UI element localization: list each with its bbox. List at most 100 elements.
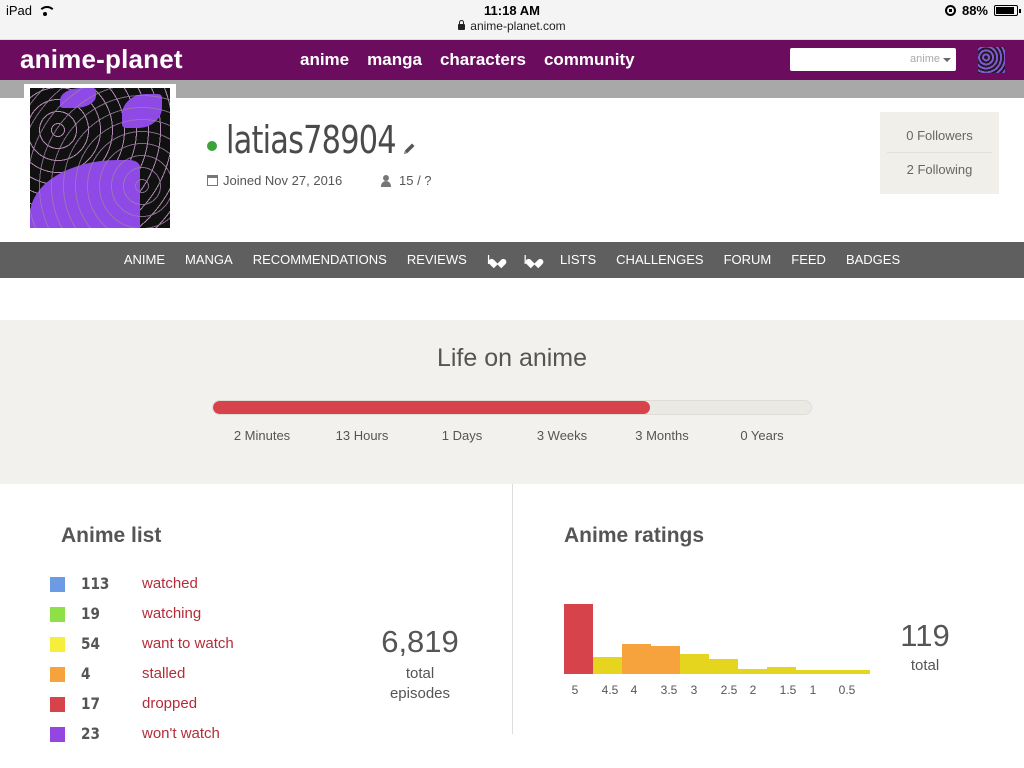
life-progress-fill xyxy=(213,401,650,414)
status-swatch xyxy=(50,666,65,682)
rotation-lock-icon xyxy=(944,5,956,16)
list-item[interactable]: 23 won't watch xyxy=(50,723,220,745)
search-type-select[interactable]: anime xyxy=(910,53,940,65)
rating-tick-label: 2.5 xyxy=(721,683,738,697)
status-link-stalled[interactable]: stalled xyxy=(142,665,185,682)
status-link-want-to-watch[interactable]: want to watch xyxy=(142,635,234,652)
butterfly-decoration xyxy=(122,94,162,128)
edit-pencil-icon[interactable] xyxy=(402,142,416,156)
butterfly-decoration xyxy=(60,88,96,108)
status-count: 54 xyxy=(81,634,100,653)
rating-bar[interactable] xyxy=(651,646,680,674)
url-text: anime-planet.com xyxy=(470,19,566,33)
status-link-watching[interactable]: watching xyxy=(142,605,201,622)
tab-lists[interactable]: LISTS xyxy=(560,252,596,267)
user-menu-avatar[interactable] xyxy=(978,47,1005,73)
list-item[interactable]: 4 stalled xyxy=(50,663,185,685)
ratings-histogram: 5 4.5 4 3.5 3 2.5 2 1.5 1 0.5 xyxy=(564,604,870,697)
user-icon xyxy=(381,174,391,187)
join-date-text: Joined Nov 27, 2016 xyxy=(223,173,343,188)
rating-bar[interactable] xyxy=(767,667,796,674)
rating-tick-label: 1 xyxy=(810,683,817,697)
tab-challenges[interactable]: CHALLENGES xyxy=(616,252,703,267)
total-episodes-label: total episodes xyxy=(360,664,480,704)
nav-characters[interactable]: characters xyxy=(440,50,526,70)
life-title: Life on anime xyxy=(436,344,588,372)
tab-i-hate[interactable]: I xyxy=(523,252,540,267)
status-swatch xyxy=(50,726,65,742)
broken-heart-icon xyxy=(529,255,540,265)
online-status-dot xyxy=(207,141,217,151)
status-link-dropped[interactable]: dropped xyxy=(142,695,197,712)
tab-badges[interactable]: BADGES xyxy=(846,252,900,267)
status-link-watched[interactable]: watched xyxy=(142,575,198,592)
profile-avatar[interactable] xyxy=(30,88,170,228)
rating-tick-label: 5 xyxy=(572,683,579,697)
user-level: 15 / ? xyxy=(381,173,432,188)
main-nav: anime manga characters community xyxy=(300,50,635,70)
rating-bar[interactable] xyxy=(854,670,870,674)
chevron-down-icon[interactable] xyxy=(943,58,951,62)
tab-i-love[interactable]: I xyxy=(487,252,504,267)
follow-stats: 0 Followers 2 Following xyxy=(880,112,999,194)
status-count: 17 xyxy=(81,694,100,713)
rating-bar[interactable] xyxy=(622,644,651,674)
followers-link[interactable]: 0 Followers xyxy=(887,119,992,153)
rating-bar[interactable] xyxy=(825,670,854,674)
anime-list-title: Anime list xyxy=(61,524,162,547)
rating-bar[interactable] xyxy=(738,669,767,674)
list-item[interactable]: 17 dropped xyxy=(50,693,197,715)
status-swatch xyxy=(50,576,65,592)
rating-bar[interactable] xyxy=(593,657,622,674)
list-item[interactable]: 19 watching xyxy=(50,603,201,625)
tab-manga[interactable]: MANGA xyxy=(185,252,233,267)
rating-tick-label: 3.5 xyxy=(661,683,678,697)
tab-forum[interactable]: FORUM xyxy=(724,252,772,267)
rating-tick-label: 4 xyxy=(631,683,638,697)
tab-anime[interactable]: ANIME xyxy=(124,252,165,267)
total-episodes-count: 6,819 xyxy=(381,624,459,659)
rating-bar[interactable] xyxy=(564,604,593,674)
rating-tick-label: 0.5 xyxy=(839,683,856,697)
tab-feed[interactable]: FEED xyxy=(791,252,826,267)
status-count: 23 xyxy=(81,724,100,743)
rating-tick-label: 4.5 xyxy=(602,683,619,697)
search-input[interactable]: anime xyxy=(790,48,956,71)
status-swatch xyxy=(50,696,65,712)
ratings-total-count: 119 xyxy=(900,618,950,653)
tab-reviews[interactable]: REVIEWS xyxy=(407,252,467,267)
status-count: 19 xyxy=(81,604,100,623)
butterfly-decoration xyxy=(30,160,140,228)
following-link[interactable]: 2 Following xyxy=(880,153,999,187)
rating-bar[interactable] xyxy=(709,659,738,674)
calendar-icon xyxy=(207,175,218,186)
nav-anime[interactable]: anime xyxy=(300,50,349,70)
profile-username: latias78904 xyxy=(226,118,397,162)
nav-community[interactable]: community xyxy=(544,50,635,70)
list-item[interactable]: 113 watched xyxy=(50,573,198,595)
status-swatch xyxy=(50,606,65,622)
battery-percent: 88% xyxy=(961,3,988,18)
life-label: 3 Weeks xyxy=(536,428,588,443)
list-item[interactable]: 54 want to watch xyxy=(50,633,234,655)
status-count: 113 xyxy=(81,574,110,593)
site-logo[interactable]: anime-planet xyxy=(20,44,183,75)
rating-tick-label: 1.5 xyxy=(780,683,797,697)
rating-bar[interactable] xyxy=(796,670,825,674)
rating-bar[interactable] xyxy=(680,654,709,674)
status-swatch xyxy=(50,636,65,652)
address-bar[interactable]: anime-planet.com xyxy=(0,19,1024,33)
life-on-anime-panel: Life on anime 2 Minutes 13 Hours 1 Days … xyxy=(0,320,1024,484)
status-link-wont-watch[interactable]: won't watch xyxy=(142,725,220,742)
anime-ratings-title: Anime ratings xyxy=(564,524,705,547)
nav-manga[interactable]: manga xyxy=(367,50,422,70)
lock-icon xyxy=(458,20,466,30)
rating-tick-label: 3 xyxy=(691,683,698,697)
life-label: 0 Years xyxy=(740,428,784,443)
battery-icon xyxy=(994,5,1021,16)
rating-tick-label: 2 xyxy=(750,683,757,697)
join-date: Joined Nov 27, 2016 xyxy=(207,173,342,188)
total-episodes-label-line2: episodes xyxy=(389,685,451,702)
ios-status-bar: iPad 11:18 AM anime-planet.com 88% xyxy=(0,0,1024,40)
tab-recommendations[interactable]: RECOMMENDATIONS xyxy=(253,252,387,267)
